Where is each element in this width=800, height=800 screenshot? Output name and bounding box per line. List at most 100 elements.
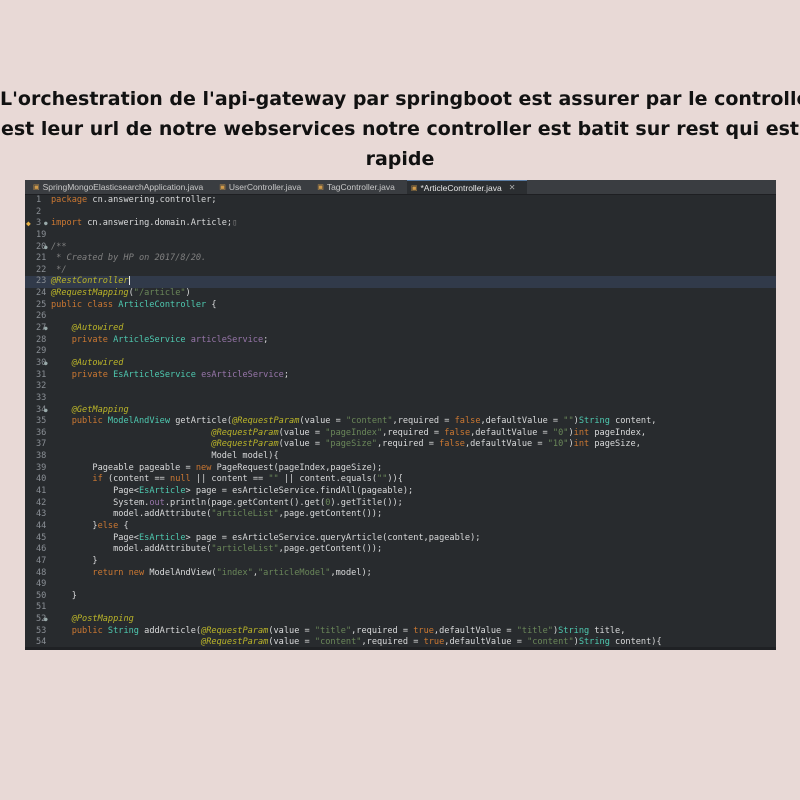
line-number: 35 bbox=[36, 416, 47, 427]
tab-label: TagController.java bbox=[326, 182, 395, 192]
line-number: 44 bbox=[36, 520, 47, 531]
code-token: private bbox=[71, 369, 114, 380]
code-text: public String addArticle(@RequestParam(v… bbox=[51, 625, 626, 638]
fold-toggle-icon[interactable]: ● bbox=[44, 218, 48, 230]
code-token: ,required = bbox=[382, 427, 445, 438]
code-line[interactable]: 44 }else { bbox=[25, 521, 776, 533]
code-text: }else { bbox=[51, 521, 128, 533]
code-token: EsArticle bbox=[138, 486, 186, 497]
code-token: ModelAndView bbox=[107, 416, 176, 427]
warning-marker-icon[interactable]: ◆ bbox=[26, 218, 31, 230]
code-line[interactable]: 33 bbox=[25, 393, 776, 405]
code-token: "0" bbox=[552, 427, 569, 438]
code-line[interactable]: 2 bbox=[25, 207, 776, 219]
code-token: ,defaultValue = bbox=[444, 637, 528, 648]
fold-toggle-icon[interactable]: ● bbox=[44, 323, 48, 335]
code-token: "pageIndex" bbox=[325, 427, 383, 438]
code-token: return new bbox=[92, 567, 150, 578]
code-line[interactable]: 29 bbox=[25, 346, 776, 358]
code-line[interactable]: 28 private ArticleService articleService… bbox=[25, 335, 776, 347]
code-text: model.addAttribute("articleList",page.ge… bbox=[51, 544, 382, 556]
code-token: @Autowired bbox=[71, 357, 124, 368]
fold-toggle-icon[interactable]: ● bbox=[44, 614, 48, 626]
code-token: if bbox=[92, 474, 108, 485]
code-line[interactable]: 47 } bbox=[25, 556, 776, 568]
code-line[interactable]: 43 model.addAttribute("articleList",page… bbox=[25, 509, 776, 521]
code-token: (value = bbox=[299, 416, 346, 427]
code-line[interactable]: 46 model.addAttribute("articleList",page… bbox=[25, 544, 776, 556]
code-line[interactable]: 19 bbox=[25, 230, 776, 242]
code-line[interactable]: 1 package cn.answering.controller; bbox=[25, 195, 776, 207]
line-number: 29 bbox=[36, 346, 47, 357]
code-token: ArticleService bbox=[113, 334, 191, 345]
code-token: false bbox=[454, 416, 481, 427]
code-token: @RequestParam bbox=[232, 416, 300, 427]
tab-article-controller[interactable]: ▣ *ArticleController.java ✕ bbox=[406, 180, 528, 194]
code-line[interactable]: 22 */ bbox=[25, 265, 776, 277]
code-token: /** bbox=[51, 241, 67, 252]
code-line[interactable]: 27 ● @Autowired bbox=[25, 323, 776, 335]
code-line[interactable]: 38 Model model){ bbox=[25, 451, 776, 463]
code-line[interactable]: 48 return new ModelAndView("index","arti… bbox=[25, 568, 776, 580]
code-line[interactable]: 53 public String addArticle(@RequestPara… bbox=[25, 626, 776, 638]
code-line[interactable]: 23 @RestController bbox=[25, 276, 776, 289]
code-line[interactable]: 50 } bbox=[25, 591, 776, 603]
code-line[interactable]: 37 @RequestParam(value = "pageSize",requ… bbox=[25, 439, 776, 451]
code-line[interactable]: 45 Page<EsArticle> page = esArticleServi… bbox=[25, 533, 776, 545]
code-token: "title" bbox=[516, 625, 553, 636]
code-token: System. bbox=[51, 497, 150, 508]
code-token: ModelAndView( bbox=[149, 567, 217, 578]
code-editor[interactable]: 1 package cn.answering.controller; 2 3 ◆ ● imp… bbox=[25, 195, 776, 650]
code-line[interactable]: 42 System.out.println(page.getContent().… bbox=[25, 498, 776, 510]
code-text: */ bbox=[51, 264, 67, 277]
code-text: @RestController bbox=[51, 276, 130, 288]
code-token: "title" bbox=[314, 625, 352, 636]
code-token: ).getTitle()); bbox=[330, 497, 403, 508]
tab-tag-controller[interactable]: ▣ TagController.java bbox=[313, 180, 407, 194]
code-line[interactable]: 51 bbox=[25, 602, 776, 614]
code-line[interactable]: 20 ●/** bbox=[25, 242, 776, 254]
code-token: pageIndex, bbox=[594, 427, 647, 438]
code-token: @RequestParam bbox=[211, 439, 279, 450]
code-line[interactable]: 25 public class ArticleController { bbox=[25, 300, 776, 312]
code-line[interactable]: 32 bbox=[25, 381, 776, 393]
code-line[interactable]: 3 ◆ ● import cn.answering.domain.Article;▯ bbox=[25, 218, 776, 230]
line-number: 31 bbox=[36, 369, 47, 380]
code-line[interactable]: 39 Pageable pageable = new PageRequest(p… bbox=[25, 463, 776, 475]
code-line[interactable]: 40 if (content == null || content == "" … bbox=[25, 474, 776, 486]
line-number: 43 bbox=[36, 509, 47, 520]
code-line[interactable]: 41 Page<EsArticle> page = esArticleServi… bbox=[25, 486, 776, 498]
code-token: */ bbox=[51, 264, 67, 275]
line-number: 19 bbox=[36, 229, 47, 240]
code-token: Page< bbox=[51, 486, 139, 497]
code-text: return new ModelAndView("index","article… bbox=[51, 567, 371, 580]
ide-screenshot: ▣ SpringMongoElasticsearchApplication.ja… bbox=[25, 180, 776, 650]
fold-toggle-icon[interactable]: ● bbox=[44, 405, 48, 417]
code-text: @GetMapping bbox=[51, 405, 129, 417]
code-line[interactable]: 26 bbox=[25, 311, 776, 323]
code-line[interactable]: 52 ● @PostMapping bbox=[25, 614, 776, 626]
code-token: "index" bbox=[216, 567, 253, 578]
code-line[interactable]: 49 bbox=[25, 579, 776, 591]
line-number: 2 bbox=[36, 206, 42, 217]
code-line[interactable]: 24 @RequestMapping("/article") bbox=[25, 288, 776, 300]
code-text: model.addAttribute("articleList",page.ge… bbox=[51, 509, 382, 521]
line-number: 45 bbox=[36, 532, 47, 543]
code-line[interactable]: 30 ● @Autowired bbox=[25, 358, 776, 370]
code-token: Page< bbox=[51, 532, 139, 543]
code-token: Pageable pageable = bbox=[51, 462, 196, 473]
fold-toggle-icon[interactable]: ● bbox=[44, 242, 48, 254]
close-tab-icon[interactable]: ✕ bbox=[509, 183, 516, 192]
tab-springmongo-application[interactable]: ▣ SpringMongoElasticsearchApplication.ja… bbox=[29, 180, 215, 194]
fold-toggle-icon[interactable]: ● bbox=[44, 358, 48, 370]
code-line[interactable]: 34 ● @GetMapping bbox=[25, 405, 776, 417]
code-token: Model model){ bbox=[51, 451, 279, 462]
code-line[interactable]: 21 * Created by HP on 2017/8/20. bbox=[25, 253, 776, 265]
code-token: out bbox=[149, 497, 165, 508]
tab-user-controller[interactable]: ▣ UserController.java bbox=[215, 180, 313, 194]
code-line[interactable]: 35 public ModelAndView getArticle(@Reque… bbox=[25, 416, 776, 428]
code-token: * Created by HP on 2017/8/20. bbox=[51, 253, 207, 264]
code-line[interactable]: 31 private EsArticleService esArticleSer… bbox=[25, 370, 776, 382]
code-line[interactable]: 36 @RequestParam(value = "pageIndex",req… bbox=[25, 428, 776, 440]
